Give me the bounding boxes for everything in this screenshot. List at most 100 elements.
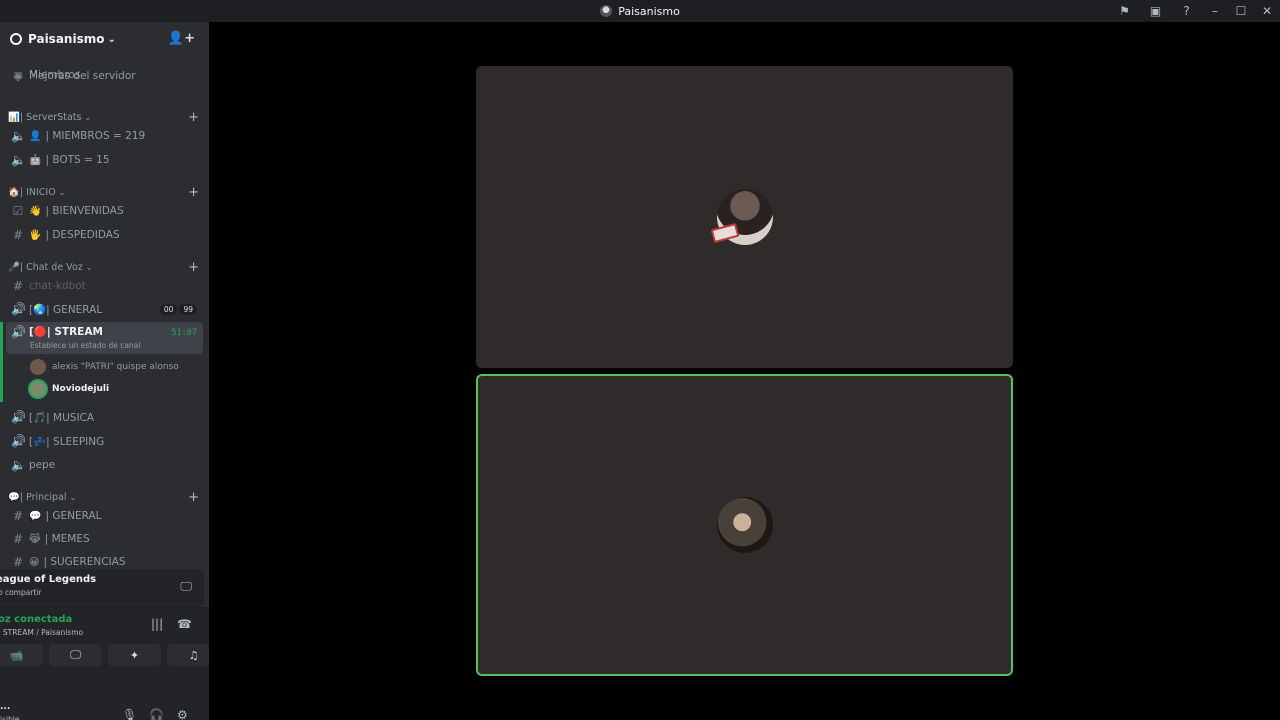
voice-active-icon: 🔊 <box>11 325 26 339</box>
voice-user[interactable]: alexis "PATRI" quispe alonso <box>30 357 179 377</box>
channel-voice-general[interactable]: 🔊 [🌏| GENERAL 00 99 <box>6 298 203 320</box>
channel-bots[interactable]: 🔈 🤖 | BOTS = 15 <box>6 149 203 171</box>
channel-label: | SUGERENCIAS <box>43 556 126 568</box>
category-emoji: 💬 <box>8 491 20 503</box>
category-principal[interactable]: 💬 | Principal ⌄ + <box>8 489 201 505</box>
voice-call-stage <box>209 22 1280 720</box>
maximize-button[interactable]: ☐ <box>1228 0 1254 22</box>
share-screen-button[interactable]: 🖵 <box>49 644 102 666</box>
hash-icon: # <box>12 555 24 569</box>
channel-label: | GENERAL <box>45 510 102 522</box>
voice-connection-panel: oz conectada | STREAM / Paisanismo ||| ☎… <box>0 607 209 691</box>
voice-status[interactable]: oz conectada <box>0 614 72 625</box>
user-name[interactable]: ... <box>0 702 10 712</box>
channel-voice-stream[interactable]: 🔊 [🔴| STREAM Establece un estado de cana… <box>6 322 203 354</box>
badge-limit: 99 <box>179 303 197 315</box>
channel-label: | MIEMBROS = 219 <box>45 130 146 142</box>
channel-status-prompt[interactable]: Establece un estado de canal <box>30 341 140 350</box>
channel-voice-musica[interactable]: 🔊 [🎵| MUSICA <box>6 406 203 428</box>
category-emoji: 📊 <box>8 111 20 123</box>
channel-label: [🎵| MUSICA <box>29 411 95 424</box>
channel-label: pepe <box>29 459 56 471</box>
activity-share-label: o compartir <box>0 588 42 597</box>
chevron-down-icon: ⌄ <box>58 187 66 197</box>
channel-miembros[interactable]: 🔈 👤 | MIEMBROS = 219 <box>6 125 203 147</box>
invite-people-icon[interactable]: 👤+ <box>168 31 195 46</box>
noise-suppression-icon[interactable]: ||| <box>151 617 163 631</box>
category-label: | INICIO <box>19 186 56 198</box>
channel-memes[interactable]: # 😹 | MEMES <box>6 528 203 550</box>
channel-label: chat-kdbot <box>29 280 86 292</box>
voice-user-speaking[interactable]: Noviodejuli <box>30 379 109 399</box>
channel-emoji: 😹 <box>29 533 41 545</box>
sidebar-item-label: Mejoras del servidor <box>29 70 136 82</box>
user-status: isible <box>0 715 20 720</box>
channel-general[interactable]: # 💬 | GENERAL <box>6 505 203 527</box>
flag-icon[interactable]: ⚑ <box>1109 0 1140 22</box>
add-channel-icon[interactable]: + <box>188 260 199 275</box>
voice-location[interactable]: | STREAM / Paisanismo <box>0 628 83 637</box>
voice-user-name: alexis "PATRI" quispe alonso <box>52 362 179 372</box>
minimize-button[interactable]: – <box>1202 0 1228 22</box>
channel-label: [💤| SLEEPING <box>29 435 105 448</box>
chevron-down-icon: ⌄ <box>84 112 92 122</box>
channel-emoji: 🖐 <box>29 229 42 241</box>
category-chat-de-voz[interactable]: 🎤 | Chat de Voz ⌄ + <box>8 259 201 275</box>
channel-emoji: 👋 <box>29 205 42 217</box>
settings-gear-icon[interactable]: ⚙ <box>177 708 188 720</box>
channel-emoji: 🤖 <box>29 154 42 166</box>
headphones-icon[interactable]: 🎧 <box>149 708 164 720</box>
locked-voice-icon: 🔈 <box>11 153 26 167</box>
close-button[interactable]: ✕ <box>1254 0 1280 22</box>
avatar <box>30 359 46 375</box>
category-label: | ServerStats <box>19 111 82 123</box>
participant-tile-speaking[interactable] <box>476 374 1013 676</box>
add-channel-icon[interactable]: + <box>188 185 199 200</box>
add-channel-icon[interactable]: + <box>188 490 199 505</box>
activities-button[interactable]: ✦ <box>108 644 161 666</box>
channel-label: | DESPEDIDAS <box>45 229 120 241</box>
voice-icon: 🔊 <box>11 434 26 448</box>
chevron-down-icon: ⌄ <box>69 492 77 502</box>
sidebar-item-server-boost[interactable]: ◈ Mejoras del servidor <box>6 65 203 87</box>
category-emoji: 🎤 <box>8 261 20 273</box>
channel-label: | BIENVENIDAS <box>45 205 124 217</box>
server-header[interactable]: Paisanismo ⌄ 👤+ <box>0 22 209 56</box>
avatar <box>716 497 773 553</box>
hash-icon: # <box>12 228 24 242</box>
user-count-badge: 00 99 <box>159 303 197 315</box>
chevron-down-icon: ⌄ <box>85 262 93 272</box>
channel-label: [🌏| GENERAL <box>29 303 103 316</box>
participant-tile[interactable] <box>476 66 1013 368</box>
disconnect-icon[interactable]: ☎ <box>177 617 192 631</box>
window-title-text: Paisanismo <box>618 4 680 18</box>
channel-despedidas[interactable]: # 🖐 | DESPEDIDAS <box>6 224 203 246</box>
channel-bienvenidas[interactable]: ☑ 👋 | BIENVENIDAS <box>6 200 203 222</box>
category-serverstats[interactable]: 📊 | ServerStats ⌄ + <box>8 109 201 125</box>
category-label: | Chat de Voz <box>19 261 83 273</box>
server-avatar-icon <box>600 5 613 17</box>
user-panel: ... isible 🎙 🎧 ⚙ <box>0 691 209 720</box>
soundboard-button[interactable]: ♫ <box>167 644 209 666</box>
channel-voice-pepe[interactable]: 🔈 pepe <box>6 454 203 476</box>
chevron-down-icon: ⌄ <box>107 33 116 45</box>
activity-panel: eague of Legends o compartir 🖵 <box>0 569 204 607</box>
activity-game-name: eague of Legends <box>0 574 97 585</box>
server-icon <box>10 33 22 45</box>
help-icon[interactable]: ? <box>1171 0 1202 22</box>
hash-icon: # <box>12 532 24 546</box>
screen-share-icon[interactable]: 🖵 <box>180 579 192 594</box>
window-title: Paisanismo <box>600 5 680 18</box>
server-name: Paisanismo <box>28 32 105 46</box>
channel-chat-kdbot[interactable]: # chat-kdbot <box>6 275 203 297</box>
microphone-icon[interactable]: 🎙 <box>122 708 137 720</box>
toggle-camera-button[interactable]: 📹 <box>0 644 43 666</box>
add-channel-icon[interactable]: + <box>188 110 199 125</box>
voice-connected-indicator <box>0 322 3 402</box>
channel-label: | BOTS = 15 <box>45 154 110 166</box>
category-inicio[interactable]: 🏠 | INICIO ⌄ + <box>8 184 201 200</box>
rules-icon: ☑ <box>12 204 24 218</box>
inbox-icon[interactable]: ▣ <box>1140 0 1171 22</box>
channel-voice-sleeping[interactable]: 🔊 [💤| SLEEPING <box>6 430 203 452</box>
channel-label: [🔴| STREAM <box>29 326 103 338</box>
